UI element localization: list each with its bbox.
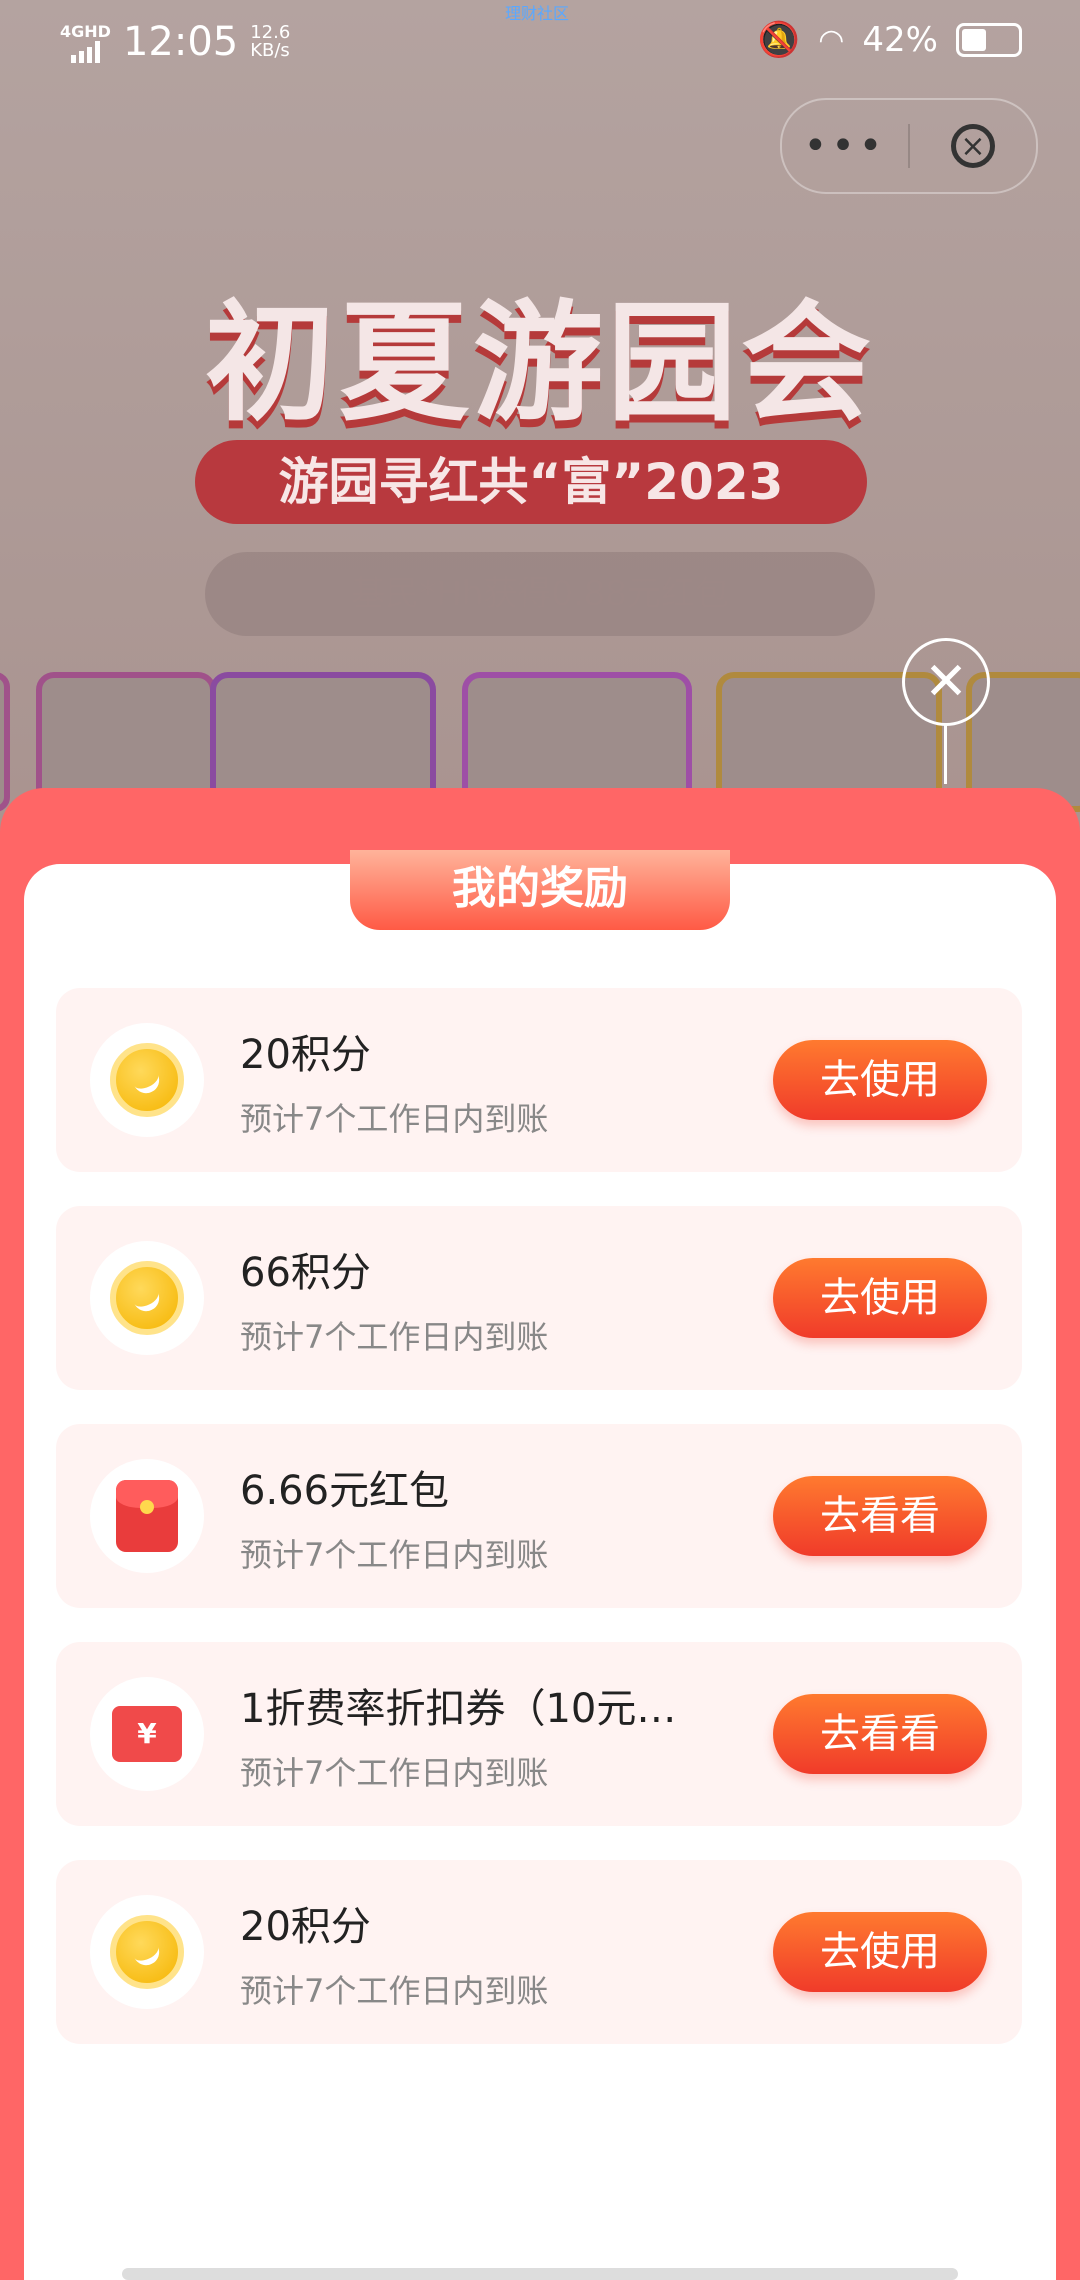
coin-icon	[90, 1023, 204, 1137]
net-speed-unit: KB/s	[250, 40, 290, 61]
view-button[interactable]: 去看看	[773, 1694, 987, 1774]
banner-title: 初夏游园会	[204, 287, 875, 439]
reward-title: 6.66元红包	[240, 1468, 450, 1514]
status-bar: 4GHD 12:05 12.6 KB/s 理财社区 🔕 ◠ 42%	[0, 0, 1080, 84]
use-button[interactable]: 去使用	[773, 1912, 987, 1992]
more-dots-icon[interactable]: •••	[782, 123, 908, 169]
reward-subtitle: 预计7个工作日内到账	[240, 1536, 549, 1574]
winner-ticker: 基民*Hh获得0.88元红包	[205, 552, 875, 636]
coin-icon	[90, 1241, 204, 1355]
reward-title: 66积分	[240, 1250, 371, 1296]
reward-title: 1折费率折扣券（10元…	[240, 1686, 677, 1732]
reward-row: 6.66元红包 预计7个工作日内到账 去看看	[56, 1424, 1022, 1608]
reward-subtitle: 预计7个工作日内到账	[240, 1100, 549, 1138]
network-label: 4GHD	[60, 21, 111, 41]
battery-icon	[956, 23, 1022, 57]
wifi-icon: ◠	[818, 22, 845, 58]
reward-tab-title: 我的奖励	[350, 850, 730, 930]
circle-close-icon: ×	[951, 124, 995, 168]
net-speed: 12.6 KB/s	[250, 24, 290, 60]
view-button[interactable]: 去看看	[773, 1476, 987, 1556]
use-button[interactable]: 去使用	[773, 1258, 987, 1338]
battery-percent: 42%	[862, 20, 938, 60]
close-x-icon[interactable]: ✕	[902, 638, 990, 726]
reward-row: 20积分 预计7个工作日内到账 去使用	[56, 988, 1022, 1172]
coin-icon	[90, 1895, 204, 2009]
prize-card	[0, 672, 10, 812]
reward-row: ¥ 1折费率折扣券（10元… 预计7个工作日内到账 去看看	[56, 1642, 1022, 1826]
capsule-close-button[interactable]: ×	[910, 124, 1036, 168]
banner-subtitle: 游园寻红共“富”2023	[195, 440, 867, 524]
signal-icon	[70, 40, 100, 63]
red-envelope-icon	[90, 1459, 204, 1573]
use-button[interactable]: 去使用	[773, 1040, 987, 1120]
mute-bell-icon: 🔕	[757, 20, 801, 60]
reward-row: 20积分 预计7个工作日内到账 去使用	[56, 1860, 1022, 2044]
reward-subtitle: 预计7个工作日内到账	[240, 1972, 549, 2010]
reward-subtitle: 预计7个工作日内到账	[240, 1754, 549, 1792]
coupon-icon: ¥	[90, 1677, 204, 1791]
top-note: 理财社区	[505, 4, 570, 23]
reward-subtitle: 预计7个工作日内到账	[240, 1318, 549, 1356]
reward-row: 66积分 预计7个工作日内到账 去使用	[56, 1206, 1022, 1390]
home-indicator	[122, 2268, 958, 2280]
reward-list: 20积分 预计7个工作日内到账 去使用 66积分 预计7个工作日内到账 去使用 …	[56, 988, 1022, 2078]
network-indicator: 4GHD	[60, 22, 111, 63]
close-stem	[944, 724, 947, 784]
reward-title: 20积分	[240, 1032, 371, 1078]
miniapp-capsule: ••• ×	[780, 98, 1038, 194]
clock: 12:05	[122, 19, 239, 65]
reward-title: 20积分	[240, 1904, 371, 1950]
